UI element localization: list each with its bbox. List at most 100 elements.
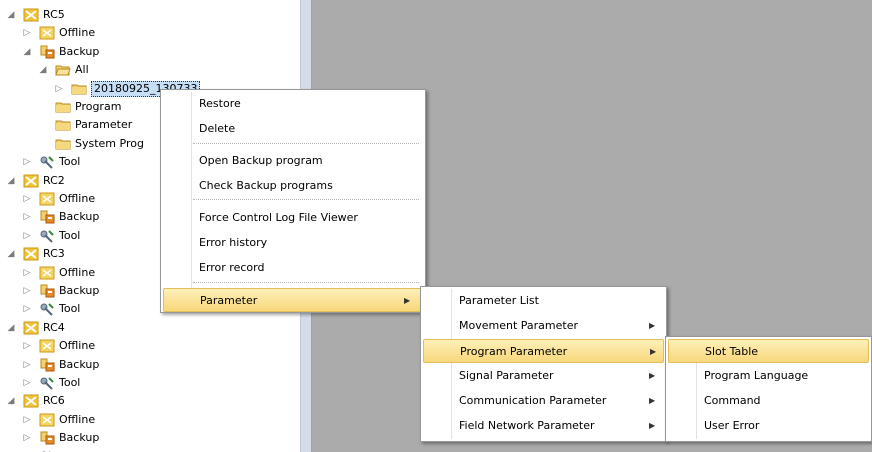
tree-node-label: RC3 (43, 247, 65, 261)
collapse-arrow-icon[interactable]: ◢ (6, 6, 16, 24)
tree-node[interactable]: ▷ Offline (0, 24, 300, 42)
menu-item-label: Movement Parameter (459, 319, 578, 332)
tree-node-label: Backup (59, 431, 100, 445)
expand-arrow-icon[interactable]: ▷ (22, 208, 32, 226)
offline-icon (39, 192, 55, 206)
expand-arrow-icon[interactable]: ▷ (22, 356, 32, 374)
tree-node-label: Offline (59, 26, 96, 40)
submenu-arrow-icon: ▶ (650, 347, 657, 356)
menu-item-error-history[interactable]: Error history (163, 231, 423, 255)
menu-item-signal-parameter[interactable]: Signal Parameter ▶ (423, 364, 664, 388)
menu-separator (193, 282, 419, 283)
backup-icon (39, 45, 55, 59)
submenu-arrow-icon: ▶ (649, 421, 656, 430)
submenu-arrow-icon: ▶ (404, 296, 411, 305)
expand-arrow-icon[interactable]: ▷ (22, 300, 32, 318)
tree-node[interactable]: ◢ RC6 (0, 392, 300, 410)
menu-item-delete[interactable]: Delete (163, 117, 423, 141)
tree-node[interactable]: ▷ Tool (0, 448, 300, 452)
collapse-arrow-icon[interactable]: ◢ (6, 392, 16, 410)
menu-item-restore[interactable]: Restore (163, 92, 423, 116)
robot-controller-icon (23, 8, 39, 22)
tree-node[interactable]: ◢ All (0, 61, 300, 79)
context-menu: Restore Delete Open Backup program Check Ba… (160, 89, 426, 313)
expand-arrow-icon[interactable]: ▷ (22, 24, 32, 42)
tree-node[interactable]: ▷ Offline (0, 411, 300, 429)
expand-arrow-icon[interactable]: ▷ (22, 374, 32, 392)
menu-item-field-network-parameter[interactable]: Field Network Parameter ▶ (423, 414, 664, 438)
expand-arrow-icon[interactable]: ▷ (22, 264, 32, 282)
robot-controller-icon (23, 247, 39, 261)
expand-arrow-icon[interactable]: ▷ (54, 80, 64, 98)
tree-node[interactable]: ▷ Backup (0, 356, 300, 374)
expand-arrow-icon[interactable]: ▷ (22, 282, 32, 300)
tree-node-label: Offline (59, 192, 96, 205)
tree-node-label: Program (75, 100, 122, 113)
robot-controller-icon (23, 174, 39, 188)
expand-arrow-icon[interactable]: ▷ (22, 411, 32, 429)
expand-arrow-icon[interactable]: ▷ (22, 190, 32, 208)
menu-item-label: Command (704, 394, 761, 407)
collapse-arrow-icon[interactable]: ◢ (6, 319, 16, 337)
collapse-arrow-icon[interactable]: ◢ (6, 245, 16, 263)
tree-node-label: Offline (59, 265, 96, 279)
folder-icon (55, 137, 71, 151)
tree-node-label: RC4 (43, 320, 65, 334)
menu-item-command[interactable]: Command (668, 389, 869, 413)
tree-node-label: Tool (59, 302, 81, 316)
tree-node[interactable]: ◢ RC5 (0, 6, 300, 24)
offline-icon (39, 339, 55, 353)
tree-node[interactable]: ▷ Tool (0, 374, 300, 392)
collapse-arrow-icon[interactable]: ◢ (38, 61, 48, 79)
submenu-arrow-icon: ▶ (649, 371, 656, 380)
menu-item-error-record[interactable]: Error record (163, 256, 423, 280)
tree-node-label: All (75, 63, 89, 77)
expand-arrow-icon[interactable]: ▷ (22, 337, 32, 355)
expand-arrow-icon[interactable]: ▷ (22, 429, 32, 447)
tree-node[interactable]: ▷ Offline (0, 337, 300, 355)
tree-node-label: Tool (59, 376, 81, 389)
expand-arrow-icon[interactable]: ▷ (22, 227, 32, 245)
menu-item-label: Error record (199, 261, 265, 274)
menu-item-communication-parameter[interactable]: Communication Parameter ▶ (423, 389, 664, 413)
collapse-arrow-icon[interactable]: ◢ (22, 43, 32, 61)
menu-item-program-language[interactable]: Program Language (668, 364, 869, 388)
tool-icon (39, 376, 55, 390)
menu-item-label: User Error (704, 419, 760, 432)
tree-node[interactable]: ▷ Backup (0, 429, 300, 447)
menu-item-label: Program Language (704, 369, 809, 382)
collapse-arrow-icon[interactable]: ◢ (6, 172, 16, 190)
menu-item-check-backup-programs[interactable]: Check Backup programs (163, 174, 423, 198)
menu-item-label: Slot Table (705, 345, 759, 358)
expand-arrow-icon[interactable]: ▷ (22, 153, 32, 171)
offline-icon (39, 413, 55, 427)
tree-node-label: Parameter (75, 118, 133, 132)
menu-item-label: Parameter (200, 294, 258, 307)
menu-item-label: Force Control Log File Viewer (199, 211, 358, 224)
menu-item-program-parameter[interactable]: Program Parameter ▶ (423, 339, 664, 363)
menu-item-parameter[interactable]: Parameter ▶ (163, 288, 423, 312)
tool-icon (39, 155, 55, 169)
expand-arrow-icon[interactable]: ▷ (22, 448, 32, 452)
parameter-submenu: Parameter List Movement Parameter ▶ Program… (420, 286, 667, 442)
menu-item-force-control-log-file-viewer[interactable]: Force Control Log File Viewer (163, 206, 423, 230)
backup-icon (39, 284, 55, 298)
tree-node[interactable]: ◢ Backup (0, 43, 300, 61)
tree-node[interactable]: ◢ RC4 (0, 319, 300, 337)
menu-item-movement-parameter[interactable]: Movement Parameter ▶ (423, 314, 664, 338)
offline-icon (39, 266, 55, 280)
menu-item-label: Program Parameter (460, 345, 568, 358)
menu-item-slot-table[interactable]: Slot Table (668, 339, 869, 363)
tree-node-label: Backup (59, 210, 100, 224)
menu-item-user-error[interactable]: User Error (668, 414, 869, 438)
backup-icon (39, 358, 55, 372)
program-parameter-submenu: Slot Table Program Language Command User Er… (665, 336, 872, 442)
menu-item-label: Delete (199, 122, 236, 135)
menu-item-parameter-list[interactable]: Parameter List (423, 289, 664, 313)
menu-item-label: Open Backup program (199, 154, 323, 167)
menu-item-label: Restore (199, 97, 241, 110)
menu-item-label: Signal Parameter (459, 369, 554, 382)
folder-icon (55, 100, 71, 114)
menu-item-open-backup-program[interactable]: Open Backup program (163, 149, 423, 173)
submenu-arrow-icon: ▶ (649, 321, 656, 330)
